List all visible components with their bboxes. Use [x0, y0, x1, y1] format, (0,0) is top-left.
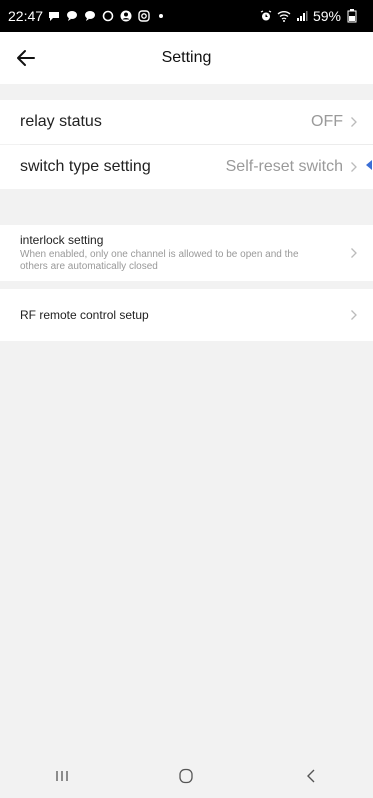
relay-status-value: OFF — [311, 113, 343, 130]
interlock-label: interlock setting — [20, 233, 104, 247]
section-gap — [0, 189, 373, 225]
section-gap — [0, 84, 373, 100]
chevron-right-icon — [349, 160, 359, 174]
relay-status-label: relay status — [20, 113, 102, 130]
interlock-text-group: interlock setting When enabled, only one… — [20, 233, 320, 273]
account-icon — [119, 9, 133, 23]
interlock-setting-row[interactable]: interlock setting When enabled, only one… — [0, 225, 373, 281]
switch-type-label: switch type setting — [20, 158, 151, 175]
relay-status-row[interactable]: relay status OFF — [0, 100, 373, 144]
recent-apps-button[interactable] — [42, 761, 82, 791]
relay-status-value-group: OFF — [311, 113, 359, 131]
chevron-right-icon — [349, 246, 359, 260]
back-arrow-icon — [17, 50, 35, 66]
edge-indicator-icon — [365, 157, 373, 170]
status-bar: 22:47 59% — [0, 0, 373, 32]
switch-type-row[interactable]: switch type setting Self-reset switch — [0, 145, 373, 189]
rf-remote-label: RF remote control setup — [20, 308, 149, 322]
chevron-left-icon — [306, 769, 315, 783]
wifi-icon — [277, 9, 291, 23]
section-gap — [0, 281, 373, 289]
back-nav-button[interactable] — [291, 761, 331, 791]
status-left: 22:47 — [8, 8, 164, 24]
rf-remote-row[interactable]: RF remote control setup — [0, 289, 373, 341]
chevron-right-icon — [349, 308, 359, 322]
instagram-icon — [137, 9, 151, 23]
circle-app-icon — [101, 9, 115, 23]
app-header: Setting — [0, 32, 373, 84]
back-button[interactable] — [12, 44, 40, 72]
notification-dot-icon — [159, 14, 164, 18]
chevron-right-icon — [349, 115, 359, 129]
status-time: 22:47 — [8, 8, 44, 24]
battery-percent: 59% — [312, 8, 341, 24]
switch-type-value-group: Self-reset switch — [226, 158, 359, 176]
chat-bubble-icon — [65, 9, 79, 23]
alarm-icon — [259, 9, 273, 23]
system-navigation-bar — [0, 754, 373, 798]
switch-type-value: Self-reset switch — [225, 158, 343, 175]
home-button[interactable] — [166, 761, 206, 791]
battery-icon — [345, 9, 359, 23]
home-icon — [179, 768, 194, 784]
page-title: Setting — [161, 49, 212, 66]
settings-content: relay status OFF switch type setting Sel… — [0, 84, 373, 341]
interlock-description: When enabled, only one channel is allowe… — [20, 249, 299, 272]
recent-apps-icon — [56, 771, 68, 781]
status-right: 59% — [259, 8, 359, 24]
message-icon — [47, 9, 61, 23]
signal-icon — [295, 9, 309, 23]
chat-bubble-icon-2 — [83, 9, 97, 23]
